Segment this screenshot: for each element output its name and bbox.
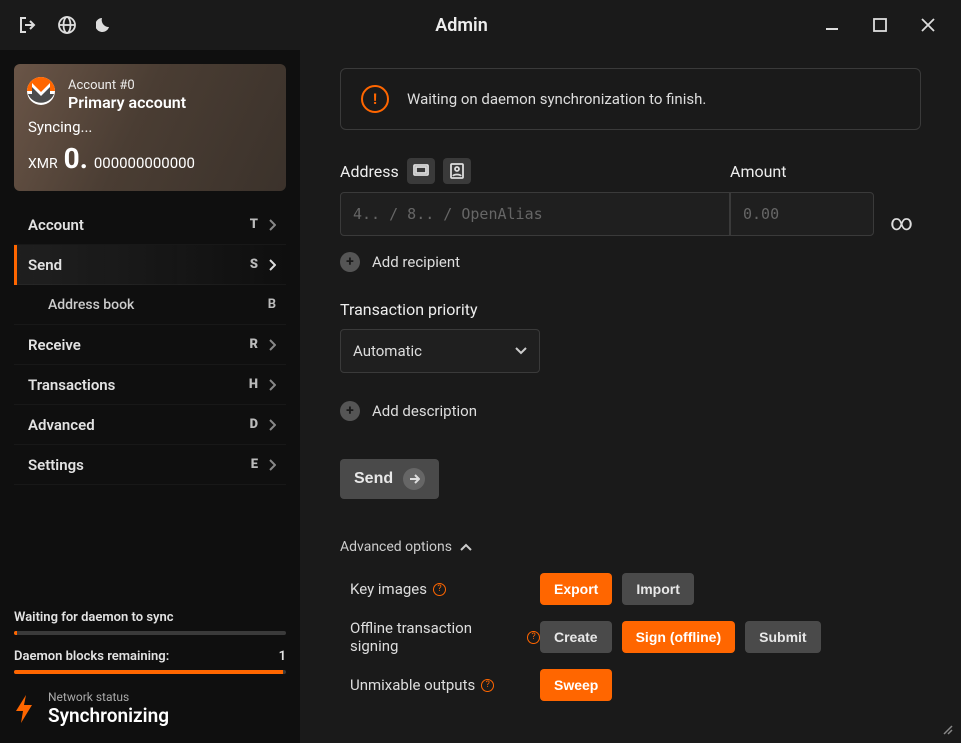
chevron-right-icon (268, 379, 276, 391)
nav-send[interactable]: Send S (14, 245, 286, 285)
amount-label: Amount (730, 162, 786, 181)
monero-logo-icon (26, 76, 56, 106)
nav-account[interactable]: Account T (14, 205, 286, 245)
sweep-button[interactable]: Sweep (540, 669, 612, 701)
nav-receive[interactable]: Receive R (14, 325, 286, 365)
nav-menu: Account T Send S Address book B Receive … (14, 205, 286, 485)
amount-all-button[interactable]: ∞ (882, 211, 921, 236)
priority-select[interactable]: Automatic (340, 329, 540, 373)
nav-address-book[interactable]: Address book B (14, 285, 286, 325)
chevron-right-icon (268, 459, 276, 471)
nav-transactions[interactable]: Transactions H (14, 365, 286, 405)
create-button[interactable]: Create (540, 621, 612, 653)
maximize-button[interactable] (859, 10, 901, 40)
amount-input[interactable] (730, 192, 874, 236)
close-button[interactable] (907, 10, 949, 40)
chevron-up-icon (460, 543, 472, 551)
account-sync-status: Syncing... (28, 118, 272, 136)
export-button[interactable]: Export (540, 573, 612, 605)
help-icon[interactable]: ? (433, 583, 446, 596)
chevron-right-icon (268, 419, 276, 431)
plus-icon: + (340, 252, 360, 272)
submit-button[interactable]: Submit (745, 621, 820, 653)
advanced-toggle[interactable]: Advanced options (340, 539, 921, 555)
chevron-right-icon (268, 219, 276, 231)
add-description-link[interactable]: + Add description (340, 401, 921, 421)
banner-text: Waiting on daemon synchronization to fin… (407, 90, 706, 108)
resolve-icon[interactable] (407, 158, 435, 184)
window-title: Admin (112, 15, 811, 36)
account-number: Account #0 (68, 78, 272, 93)
chevron-right-icon (268, 259, 276, 271)
unmixable-label: Unmixable outputs ? (340, 676, 540, 694)
sign-offline-button[interactable]: Sign (offline) (622, 621, 736, 653)
network-status[interactable]: Network status Synchronizing (14, 690, 286, 727)
resize-grip-icon[interactable] (941, 723, 955, 737)
main-content: ! Waiting on daemon synchronization to f… (300, 50, 961, 743)
bolt-icon (14, 695, 34, 723)
send-button[interactable]: Send (340, 459, 439, 499)
account-balance: XMR 0.000000000000 (28, 142, 272, 175)
nav-settings[interactable]: Settings E (14, 445, 286, 485)
add-recipient-link[interactable]: + Add recipient (340, 252, 921, 272)
priority-label: Transaction priority (340, 300, 921, 319)
globe-icon[interactable] (58, 16, 76, 34)
moon-icon[interactable] (96, 17, 112, 33)
account-card[interactable]: Account #0 Primary account Syncing... XM… (14, 64, 286, 191)
logout-icon[interactable] (18, 16, 38, 34)
address-label: Address (340, 162, 399, 181)
sidebar: Account #0 Primary account Syncing... XM… (0, 50, 300, 743)
address-input[interactable] (340, 192, 730, 236)
help-icon[interactable]: ? (481, 679, 494, 692)
key-images-label: Key images ? (340, 580, 540, 598)
nav-advanced[interactable]: Advanced D (14, 405, 286, 445)
minimize-button[interactable] (811, 10, 853, 40)
infinity-icon: ∞ (890, 211, 913, 236)
address-book-icon[interactable] (443, 158, 471, 184)
plus-icon: + (340, 401, 360, 421)
chevron-down-icon (515, 347, 527, 355)
chevron-right-icon (268, 339, 276, 351)
offline-signing-label: Offline transaction signing ? (340, 619, 540, 655)
help-icon[interactable]: ? (527, 631, 540, 644)
titlebar: Admin (0, 0, 961, 50)
daemon-wait-progress: Waiting for daemon to sync (14, 610, 286, 635)
account-name: Primary account (68, 93, 272, 112)
sync-banner: ! Waiting on daemon synchronization to f… (340, 68, 921, 130)
import-button[interactable]: Import (622, 573, 694, 605)
daemon-blocks-progress: Daemon blocks remaining: 1 (14, 649, 286, 674)
arrow-right-icon (403, 468, 425, 490)
warning-icon: ! (361, 85, 389, 113)
